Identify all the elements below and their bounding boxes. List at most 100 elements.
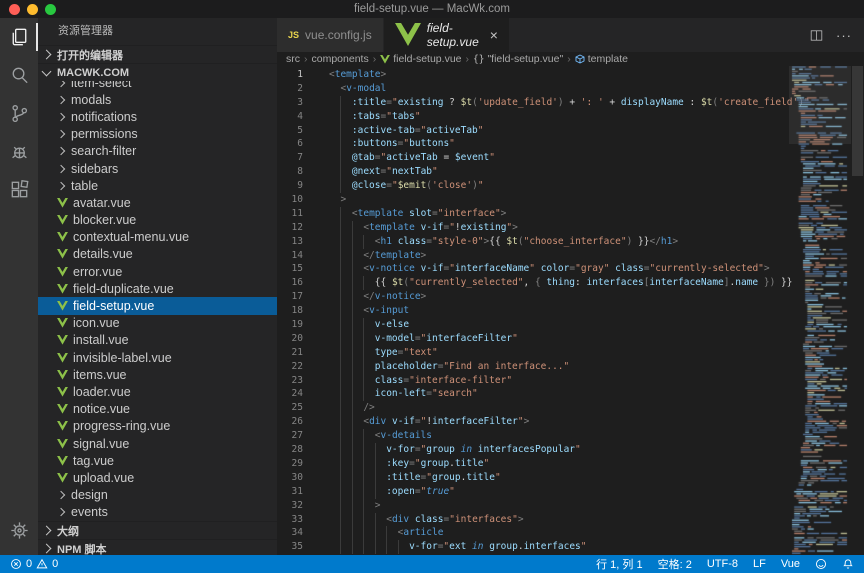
extensions-icon[interactable] <box>0 170 38 208</box>
code-content[interactable]: <template> <v-modal :title="existing ? $… <box>329 66 864 555</box>
tree-item-events[interactable]: events <box>38 504 277 521</box>
code-line[interactable]: <h1 class="style-0">{{ $t("choose_interf… <box>329 235 864 249</box>
line-number[interactable]: 17 <box>277 290 329 304</box>
tree-item-install.vue[interactable]: install.vue <box>38 332 277 349</box>
debug-icon[interactable] <box>0 132 38 170</box>
tree-item-field-duplicate.vue[interactable]: field-duplicate.vue <box>38 280 277 297</box>
explorer-icon[interactable] <box>0 18 38 56</box>
tree-item-avatar.vue[interactable]: avatar.vue <box>38 194 277 211</box>
breadcrumb-item-5[interactable]: template <box>575 53 628 65</box>
line-number[interactable]: 4 <box>277 110 329 124</box>
problems-errors[interactable]: 0 <box>10 558 32 570</box>
code-line[interactable]: @tab="activeTab = $event" <box>329 151 864 165</box>
encoding[interactable]: UTF-8 <box>707 558 738 570</box>
code-line[interactable]: :buttons="buttons" <box>329 137 864 151</box>
tree-item-error.vue[interactable]: error.vue <box>38 263 277 280</box>
breadcrumb-item-2[interactable]: components <box>312 53 369 65</box>
line-number[interactable]: 33 <box>277 513 329 527</box>
minimap[interactable] <box>789 66 851 555</box>
tree-item-permissions[interactable]: permissions <box>38 126 277 143</box>
line-number[interactable]: 12 <box>277 221 329 235</box>
line-number[interactable]: 21 <box>277 346 329 360</box>
breadcrumb-item-3[interactable]: field-setup.vue <box>380 53 461 65</box>
tab-vue.config.js[interactable]: JSvue.config.js <box>277 18 384 52</box>
code-line[interactable]: <div v-if="!interfaceFilter"> <box>329 415 864 429</box>
code-line[interactable]: <v-modal <box>329 82 864 96</box>
tree-item-progress-ring.vue[interactable]: progress-ring.vue <box>38 418 277 435</box>
more-actions-icon[interactable]: ··· <box>836 28 852 43</box>
code-line[interactable]: :key="group.title" <box>329 457 864 471</box>
code-line[interactable]: <v-notice v-if="interfaceName" color="gr… <box>329 262 864 276</box>
tree-item-sidebars[interactable]: sidebars <box>38 160 277 177</box>
breadcrumb-item-1[interactable]: src <box>286 53 300 65</box>
line-number[interactable]: 22 <box>277 360 329 374</box>
code-editor[interactable]: 1234567891011121314151617181920212223242… <box>277 66 864 555</box>
section-outline[interactable]: 大纲 <box>38 521 277 539</box>
line-number[interactable]: 2 <box>277 82 329 96</box>
code-line[interactable]: @next="nextTab" <box>329 165 864 179</box>
minimap-slider[interactable] <box>789 66 851 144</box>
cursor-position[interactable]: 行 1, 列 1 <box>596 556 642 572</box>
line-number[interactable]: 6 <box>277 137 329 151</box>
problems-warnings[interactable]: 0 <box>36 558 58 570</box>
section-root-folder[interactable]: MACWK.COM <box>38 63 277 81</box>
code-line[interactable]: :open="true" <box>329 485 864 499</box>
code-line[interactable]: :title="existing ? $t('update_field') + … <box>329 96 864 110</box>
code-line[interactable]: </v-notice> <box>329 290 864 304</box>
source-control-icon[interactable] <box>0 94 38 132</box>
split-editor-icon[interactable] <box>809 28 824 43</box>
code-line[interactable]: @close="$emit('close')" <box>329 179 864 193</box>
settings-gear-icon[interactable] <box>0 511 38 549</box>
line-number[interactable]: 27 <box>277 429 329 443</box>
code-line[interactable]: <v-input <box>329 304 864 318</box>
tree-item-notifications[interactable]: notifications <box>38 108 277 125</box>
line-number-gutter[interactable]: 1234567891011121314151617181920212223242… <box>277 66 329 555</box>
tree-item-invisible-label.vue[interactable]: invisible-label.vue <box>38 349 277 366</box>
tab-field-setup.vue[interactable]: field-setup.vue× <box>384 18 510 52</box>
code-line[interactable]: :active-tab="activeTab" <box>329 124 864 138</box>
scrollbar-slider[interactable] <box>852 66 863 176</box>
line-number[interactable]: 5 <box>277 124 329 138</box>
code-line[interactable]: /> <box>329 401 864 415</box>
line-number[interactable]: 9 <box>277 179 329 193</box>
tree-item-field-setup.vue[interactable]: field-setup.vue <box>38 297 277 314</box>
line-number[interactable]: 3 <box>277 96 329 110</box>
code-line[interactable]: v-model="interfaceFilter" <box>329 332 864 346</box>
code-line[interactable]: :tabs="tabs" <box>329 110 864 124</box>
line-number[interactable]: 16 <box>277 276 329 290</box>
code-line[interactable]: v-for="ext in group.interfaces" <box>329 540 864 554</box>
tree-item-icon.vue[interactable]: icon.vue <box>38 315 277 332</box>
code-line[interactable]: <v-details <box>329 429 864 443</box>
code-line[interactable]: v-else <box>329 318 864 332</box>
tree-item-notice.vue[interactable]: notice.vue <box>38 401 277 418</box>
line-number[interactable]: 7 <box>277 151 329 165</box>
tree-item-signal.vue[interactable]: signal.vue <box>38 435 277 452</box>
minimize-window-button[interactable] <box>27 4 38 15</box>
tree-item-blocker.vue[interactable]: blocker.vue <box>38 212 277 229</box>
line-number[interactable]: 1 <box>277 68 329 82</box>
tree-item-details.vue[interactable]: details.vue <box>38 246 277 263</box>
section-npm-scripts[interactable]: NPM 脚本 <box>38 539 277 555</box>
code-line[interactable]: <template> <box>329 68 864 82</box>
vertical-scrollbar[interactable] <box>851 66 864 555</box>
indentation[interactable]: 空格: 2 <box>658 556 692 572</box>
code-line[interactable]: <article <box>329 526 864 540</box>
code-line[interactable]: > <box>329 193 864 207</box>
tree-item-tag.vue[interactable]: tag.vue <box>38 452 277 469</box>
line-number[interactable]: 10 <box>277 193 329 207</box>
tree-item-search-filter[interactable]: search-filter <box>38 143 277 160</box>
code-line[interactable]: v-for="group in interfacesPopular" <box>329 443 864 457</box>
line-number[interactable]: 13 <box>277 235 329 249</box>
search-icon[interactable] <box>0 56 38 94</box>
notifications-bell-icon[interactable] <box>842 558 854 570</box>
code-line[interactable]: icon-left="search" <box>329 387 864 401</box>
code-line[interactable]: class="interface-filter" <box>329 374 864 388</box>
line-number[interactable]: 19 <box>277 318 329 332</box>
line-number[interactable]: 23 <box>277 374 329 388</box>
line-number[interactable]: 30 <box>277 471 329 485</box>
tree-item-modals[interactable]: modals <box>38 91 277 108</box>
line-number[interactable]: 35 <box>277 540 329 554</box>
feedback-smiley-icon[interactable] <box>815 558 827 570</box>
line-number[interactable]: 34 <box>277 526 329 540</box>
line-number[interactable]: 32 <box>277 499 329 513</box>
